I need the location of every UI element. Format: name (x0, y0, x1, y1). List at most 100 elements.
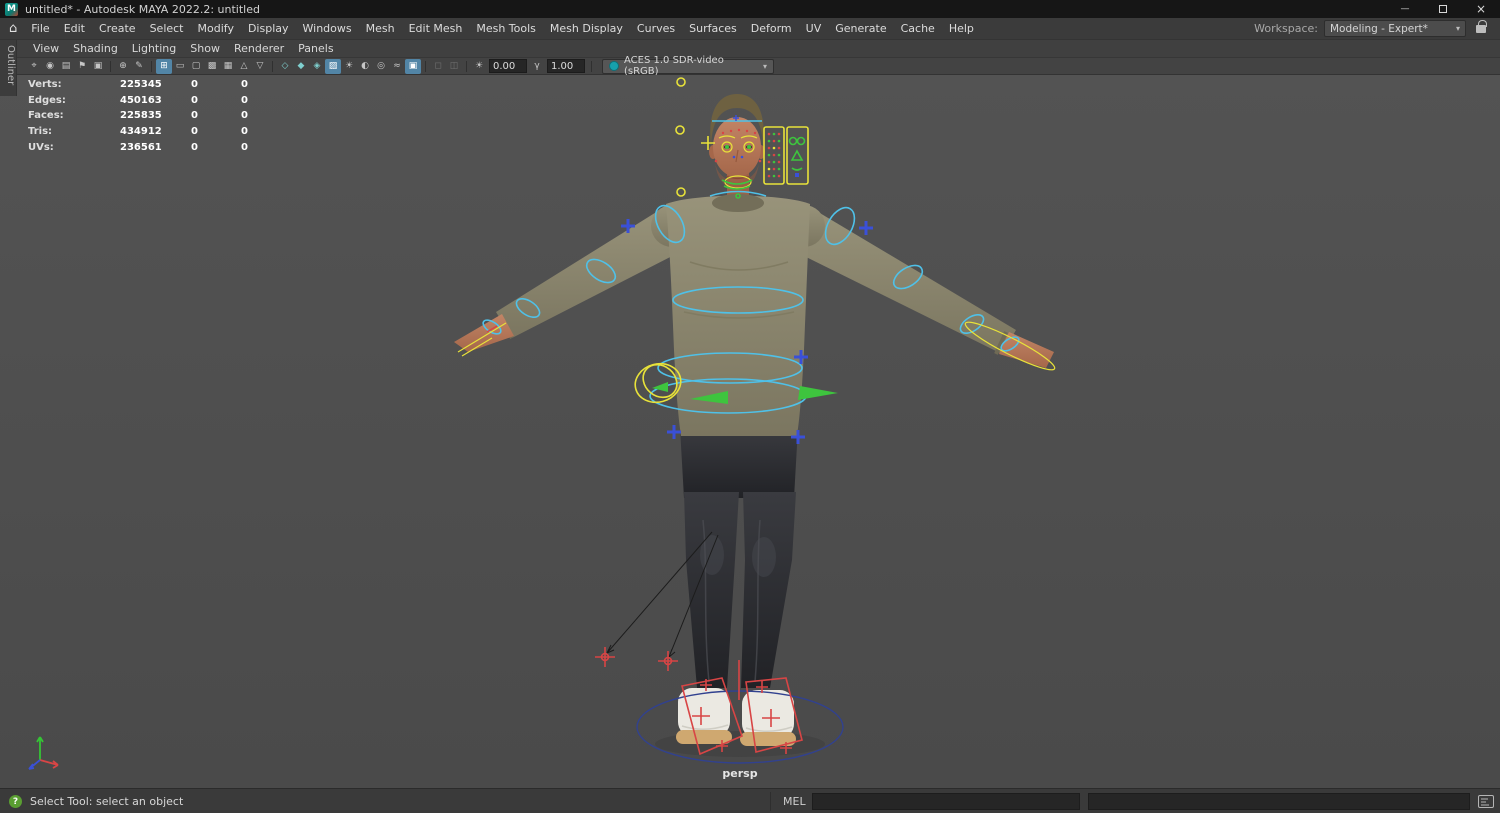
window-title: untitled* - Autodesk MAYA 2022.2: untitl… (25, 2, 260, 16)
wireframe-on-shaded-icon[interactable]: ◈ (309, 59, 325, 74)
panel-menu-renderer[interactable]: Renderer (227, 40, 291, 58)
exposure-field[interactable] (489, 59, 527, 73)
sweater-torso (666, 195, 810, 436)
maximize-button[interactable] (1424, 0, 1462, 18)
main-menus: File Edit Create Select Modify Display Windows… (24, 18, 981, 39)
mel-command-input[interactable] (812, 793, 1080, 810)
menu-uv[interactable]: UV (799, 18, 829, 39)
workspace-dropdown[interactable]: Modeling - Expert* ▾ (1324, 20, 1466, 37)
panel-menu-panels[interactable]: Panels (291, 40, 340, 58)
grid-icon[interactable]: ⊞ (156, 58, 172, 74)
toolbar-separator (272, 60, 273, 72)
menu-mesh-display[interactable]: Mesh Display (543, 18, 630, 39)
menu-modify[interactable]: Modify (191, 18, 241, 39)
x-ray-icon[interactable]: ◫ (446, 59, 462, 74)
mel-toggle[interactable]: MEL (783, 795, 806, 808)
hud-component-count: 0 (241, 141, 248, 153)
close-button[interactable]: × (1462, 0, 1500, 18)
toolbar-separator (466, 60, 467, 72)
2d-pan-zoom-icon[interactable]: ⊕ (115, 59, 131, 74)
gamma-field[interactable] (547, 59, 585, 73)
hud-label: Verts: (28, 79, 62, 90)
motion-blur-icon[interactable]: ≈ (389, 59, 405, 74)
hud-row: Tris: 434912 0 0 (28, 124, 248, 140)
select-camera-icon[interactable]: ⌖ (26, 59, 42, 74)
help-icon: ? (9, 795, 22, 808)
chevron-down-icon: ▾ (762, 61, 767, 71)
toolbar-separator (151, 60, 152, 72)
panel-menu-lighting[interactable]: Lighting (125, 40, 183, 58)
menu-surfaces[interactable]: Surfaces (682, 18, 744, 39)
smooth-shade-icon[interactable]: ◆ (293, 59, 309, 74)
isolate-select-icon[interactable]: ◻ (430, 59, 446, 74)
hud-row: Verts: 225345 0 0 (28, 77, 248, 93)
view-transform-value: ACES 1.0 SDR-video (sRGB) (624, 55, 724, 77)
hud-component-count: 0 (241, 126, 248, 138)
minimize-button[interactable]: — (1386, 0, 1424, 18)
hud-selected-count: 0 (191, 141, 198, 153)
shadows-icon[interactable]: ◐ (357, 59, 373, 74)
textured-icon[interactable]: ▨ (325, 58, 341, 74)
lock-icon[interactable] (1476, 19, 1487, 33)
menu-edit[interactable]: Edit (57, 18, 92, 39)
menu-mesh-tools[interactable]: Mesh Tools (469, 18, 543, 39)
menu-deform[interactable]: Deform (744, 18, 799, 39)
hud-value: 434912 (120, 126, 162, 138)
menu-cache[interactable]: Cache (894, 18, 942, 39)
menu-display[interactable]: Display (241, 18, 296, 39)
hud-component-count: 0 (241, 94, 248, 106)
view-transform-dropdown[interactable]: ACES 1.0 SDR-video (sRGB) ▾ (602, 55, 774, 77)
outliner-tab[interactable]: Outliner (0, 40, 17, 96)
status-bar: ? Select Tool: select an object MEL (0, 788, 1500, 813)
film-gate-icon[interactable]: ▭ (172, 59, 188, 74)
panel-menu-view[interactable]: View (26, 40, 66, 58)
menu-edit-mesh[interactable]: Edit Mesh (402, 18, 470, 39)
grease-pencil-icon[interactable]: ✎ (131, 59, 147, 74)
resolution-gate-icon[interactable]: ▢ (188, 59, 204, 74)
toolbar-separator (591, 60, 592, 72)
window-controls: — × (1386, 0, 1500, 18)
image-plane-icon[interactable]: ▣ (90, 59, 106, 74)
facial-control-panels[interactable] (763, 126, 809, 185)
hud-label: Faces: (28, 110, 64, 122)
menu-select[interactable]: Select (143, 18, 191, 39)
lock-camera-icon[interactable]: ◉ (42, 59, 58, 74)
script-editor-icon[interactable] (1477, 794, 1495, 809)
exposure-icon[interactable]: ☀ (471, 59, 487, 74)
field-chart-icon[interactable]: ▦ (220, 59, 236, 74)
menu-windows[interactable]: Windows (296, 18, 359, 39)
menu-file[interactable]: File (24, 18, 56, 39)
perspective-viewport[interactable]: Verts: 225345 0 0 Edges: 450163 0 0 Face… (0, 75, 1500, 788)
color-management-icon (609, 61, 619, 71)
safe-title-icon[interactable]: ▽ (252, 59, 268, 74)
titlebar: M untitled* - Autodesk MAYA 2022.2: unti… (0, 0, 1500, 18)
menu-generate[interactable]: Generate (828, 18, 893, 39)
bookmark-icon[interactable]: ⚑ (74, 59, 90, 74)
screen-space-ao-icon[interactable]: ◎ (373, 59, 389, 74)
wireframe-icon[interactable]: ◇ (277, 59, 293, 74)
panel-menu-show[interactable]: Show (183, 40, 227, 58)
menu-help[interactable]: Help (942, 18, 981, 39)
menu-create[interactable]: Create (92, 18, 143, 39)
hud-row: Faces: 225835 0 0 (28, 108, 248, 124)
menu-curves[interactable]: Curves (630, 18, 682, 39)
gate-mask-icon[interactable]: ▩ (204, 59, 220, 74)
anti-alias-icon[interactable]: ▣ (405, 58, 421, 74)
hud-row: UVs: 236561 0 0 (28, 140, 248, 156)
hud-component-count: 0 (241, 110, 248, 122)
gamma-icon[interactable]: γ (529, 59, 545, 74)
safe-action-icon[interactable]: △ (236, 59, 252, 74)
maya-window: M untitled* - Autodesk MAYA 2022.2: unti… (0, 0, 1500, 813)
command-result-field[interactable] (1088, 793, 1470, 810)
maya-logo-icon: M (5, 2, 18, 16)
axis-gizmo (28, 736, 59, 770)
hud-value: 236561 (120, 141, 162, 153)
statusbar-divider (770, 792, 771, 811)
menu-mesh[interactable]: Mesh (359, 18, 402, 39)
viewport-canvas[interactable] (0, 75, 1500, 788)
camera-attributes-icon[interactable]: ▤ (58, 59, 74, 74)
home-icon[interactable]: ⌂ (6, 21, 24, 36)
panel-dots (767, 132, 781, 178)
use-all-lights-icon[interactable]: ☀ (341, 59, 357, 74)
panel-menu-shading[interactable]: Shading (66, 40, 125, 58)
